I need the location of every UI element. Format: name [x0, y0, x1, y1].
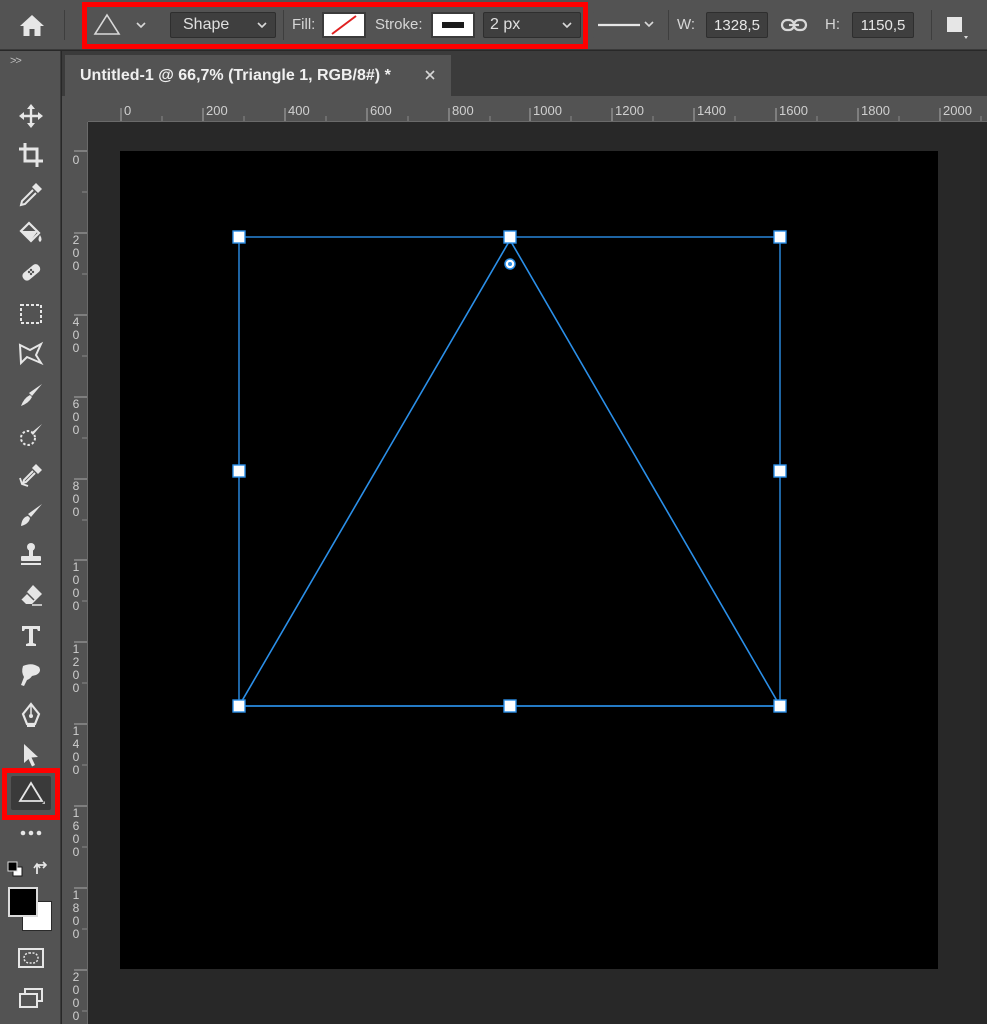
transform-handle-bottom-left[interactable] — [232, 699, 246, 713]
transform-handle-right[interactable] — [773, 464, 787, 478]
transform-bounding-box — [238, 236, 781, 707]
shape-overlay — [232, 230, 787, 713]
transform-handle-bottom-right[interactable] — [773, 699, 787, 713]
transform-handle-top[interactable] — [503, 230, 517, 244]
transform-handle-top-left[interactable] — [232, 230, 246, 244]
corner-radius-handle[interactable] — [504, 258, 516, 270]
transform-handle-top-right[interactable] — [773, 230, 787, 244]
triangle-shape-path[interactable] — [237, 238, 782, 707]
transform-handle-bottom[interactable] — [503, 699, 517, 713]
transform-handle-left[interactable] — [232, 464, 246, 478]
